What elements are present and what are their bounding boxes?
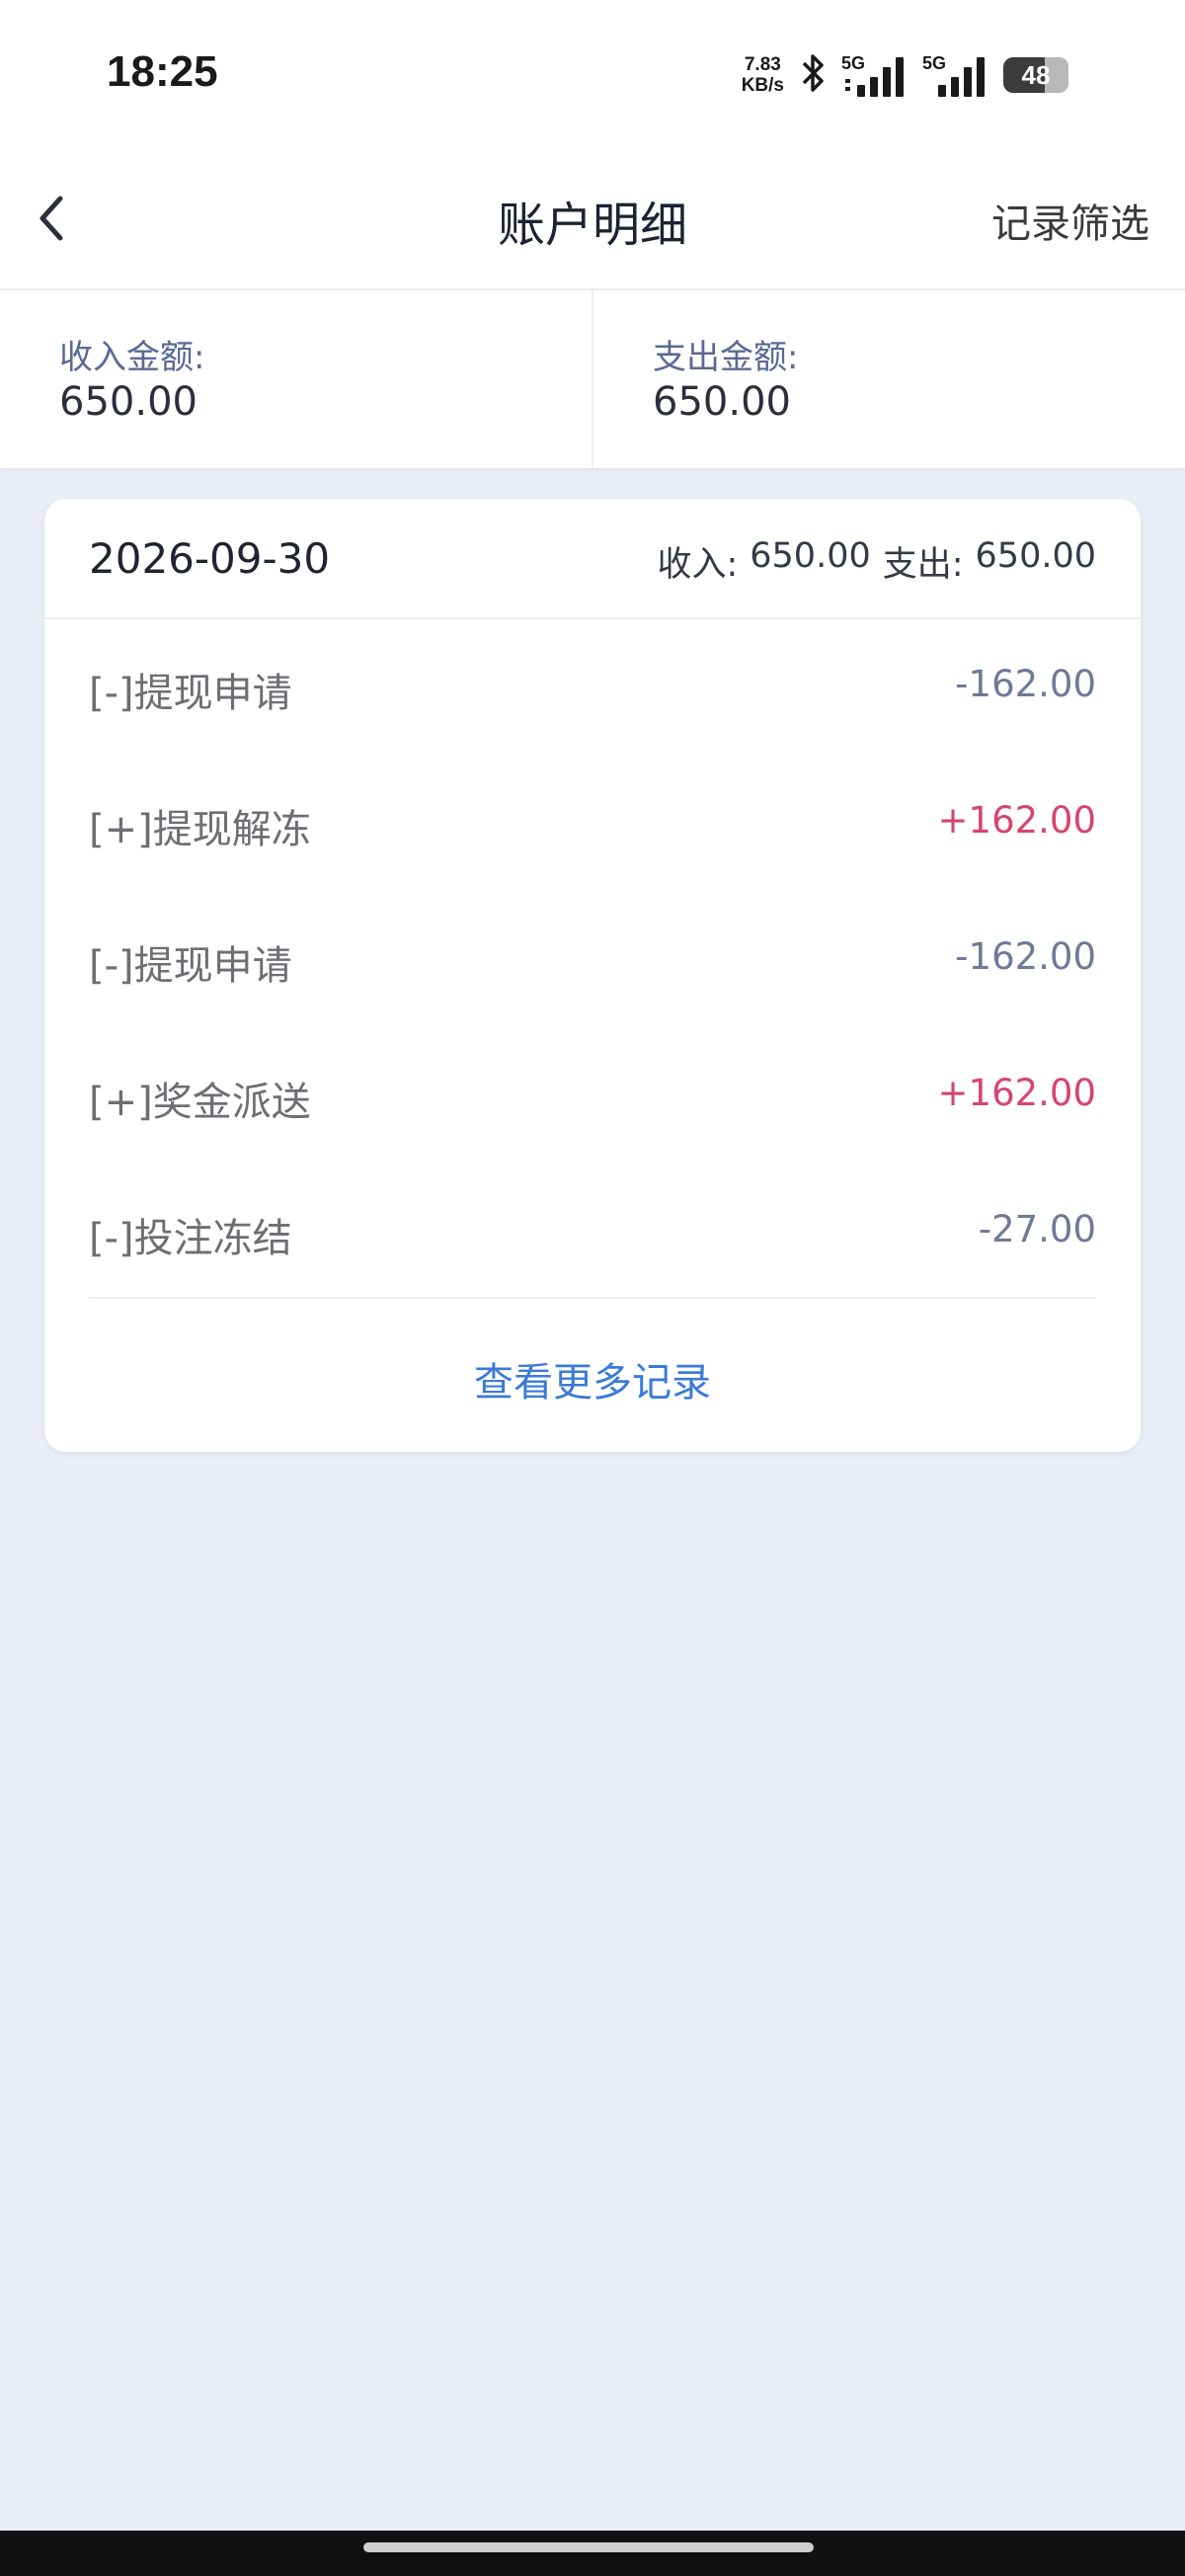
income-summary: 收入金额: 650.00: [0, 290, 592, 468]
day-expense-value: 650.00: [975, 536, 1096, 576]
view-more-records-link[interactable]: 查看更多记录: [44, 1350, 1141, 1408]
record-amount: +162.00: [937, 799, 1096, 842]
network-speed-unit: KB/s: [741, 75, 784, 96]
divider: [89, 1297, 1096, 1299]
battery-icon: 48: [1003, 57, 1068, 93]
record-row[interactable]: [+]奖金派送 +162.00: [44, 1028, 1141, 1165]
record-date: 2026-09-30: [89, 534, 331, 583]
day-expense-label: 支出:: [882, 545, 964, 585]
network-speed-value: 7.83: [744, 54, 781, 75]
record-amount: +162.00: [937, 1072, 1096, 1114]
day-totals: 收入: 650.00 支出: 650.00: [657, 536, 1096, 587]
income-label: 收入金额:: [59, 338, 205, 377]
day-card-header: 2026-09-30 收入: 650.00 支出: 650.00: [44, 499, 1141, 619]
record-label: [+]提现解冻: [89, 807, 311, 852]
day-record-card: 2026-09-30 收入: 650.00 支出: 650.00 [-]提现申请…: [44, 499, 1141, 1452]
record-amount: -162.00: [955, 935, 1096, 978]
record-row[interactable]: [+]提现解冻 +162.00: [44, 756, 1141, 892]
status-icons: 7.83 KB/s 5G 5G 48: [742, 51, 1068, 99]
day-income-label: 收入:: [657, 545, 739, 585]
system-nav-bar: [0, 2531, 1185, 2576]
record-label: [-]提现申请: [89, 943, 292, 989]
record-label: [-]投注冻结: [89, 1216, 292, 1261]
record-row[interactable]: [-]投注冻结 -27.00: [44, 1165, 1141, 1301]
battery-level: 48: [1021, 59, 1051, 90]
home-indicator[interactable]: [363, 2542, 814, 2552]
signal-icon: 5G: [922, 53, 991, 97]
day-income-value: 650.00: [750, 536, 871, 576]
status-time: 18:25: [107, 47, 218, 96]
filter-records-button[interactable]: 记录筛选: [991, 192, 1149, 249]
record-label: [+]奖金派送: [89, 1080, 311, 1125]
income-value: 650.00: [59, 379, 198, 425]
record-label: [-]提现申请: [89, 671, 292, 716]
signal-icon: 5G: [841, 53, 910, 97]
nav-bar: 账户明细 记录筛选: [0, 148, 1185, 290]
record-row[interactable]: [-]提现申请 -162.00: [44, 892, 1141, 1028]
status-bar: 18:25 7.83 KB/s 5G 5G 48: [0, 0, 1185, 148]
record-list: [-]提现申请 -162.00 [+]提现解冻 +162.00 [-]提现申请 …: [44, 619, 1141, 1301]
record-row[interactable]: [-]提现申请 -162.00: [44, 619, 1141, 756]
bluetooth-icon: [796, 51, 830, 99]
record-amount: -27.00: [978, 1208, 1096, 1250]
account-summary: 收入金额: 650.00 支出金额: 650.00: [0, 290, 1185, 468]
expense-value: 650.00: [653, 379, 791, 425]
expense-label: 支出金额:: [653, 338, 799, 377]
network-speed: 7.83 KB/s: [742, 54, 784, 96]
record-amount: -162.00: [955, 663, 1096, 705]
expense-summary: 支出金额: 650.00: [592, 290, 1185, 468]
